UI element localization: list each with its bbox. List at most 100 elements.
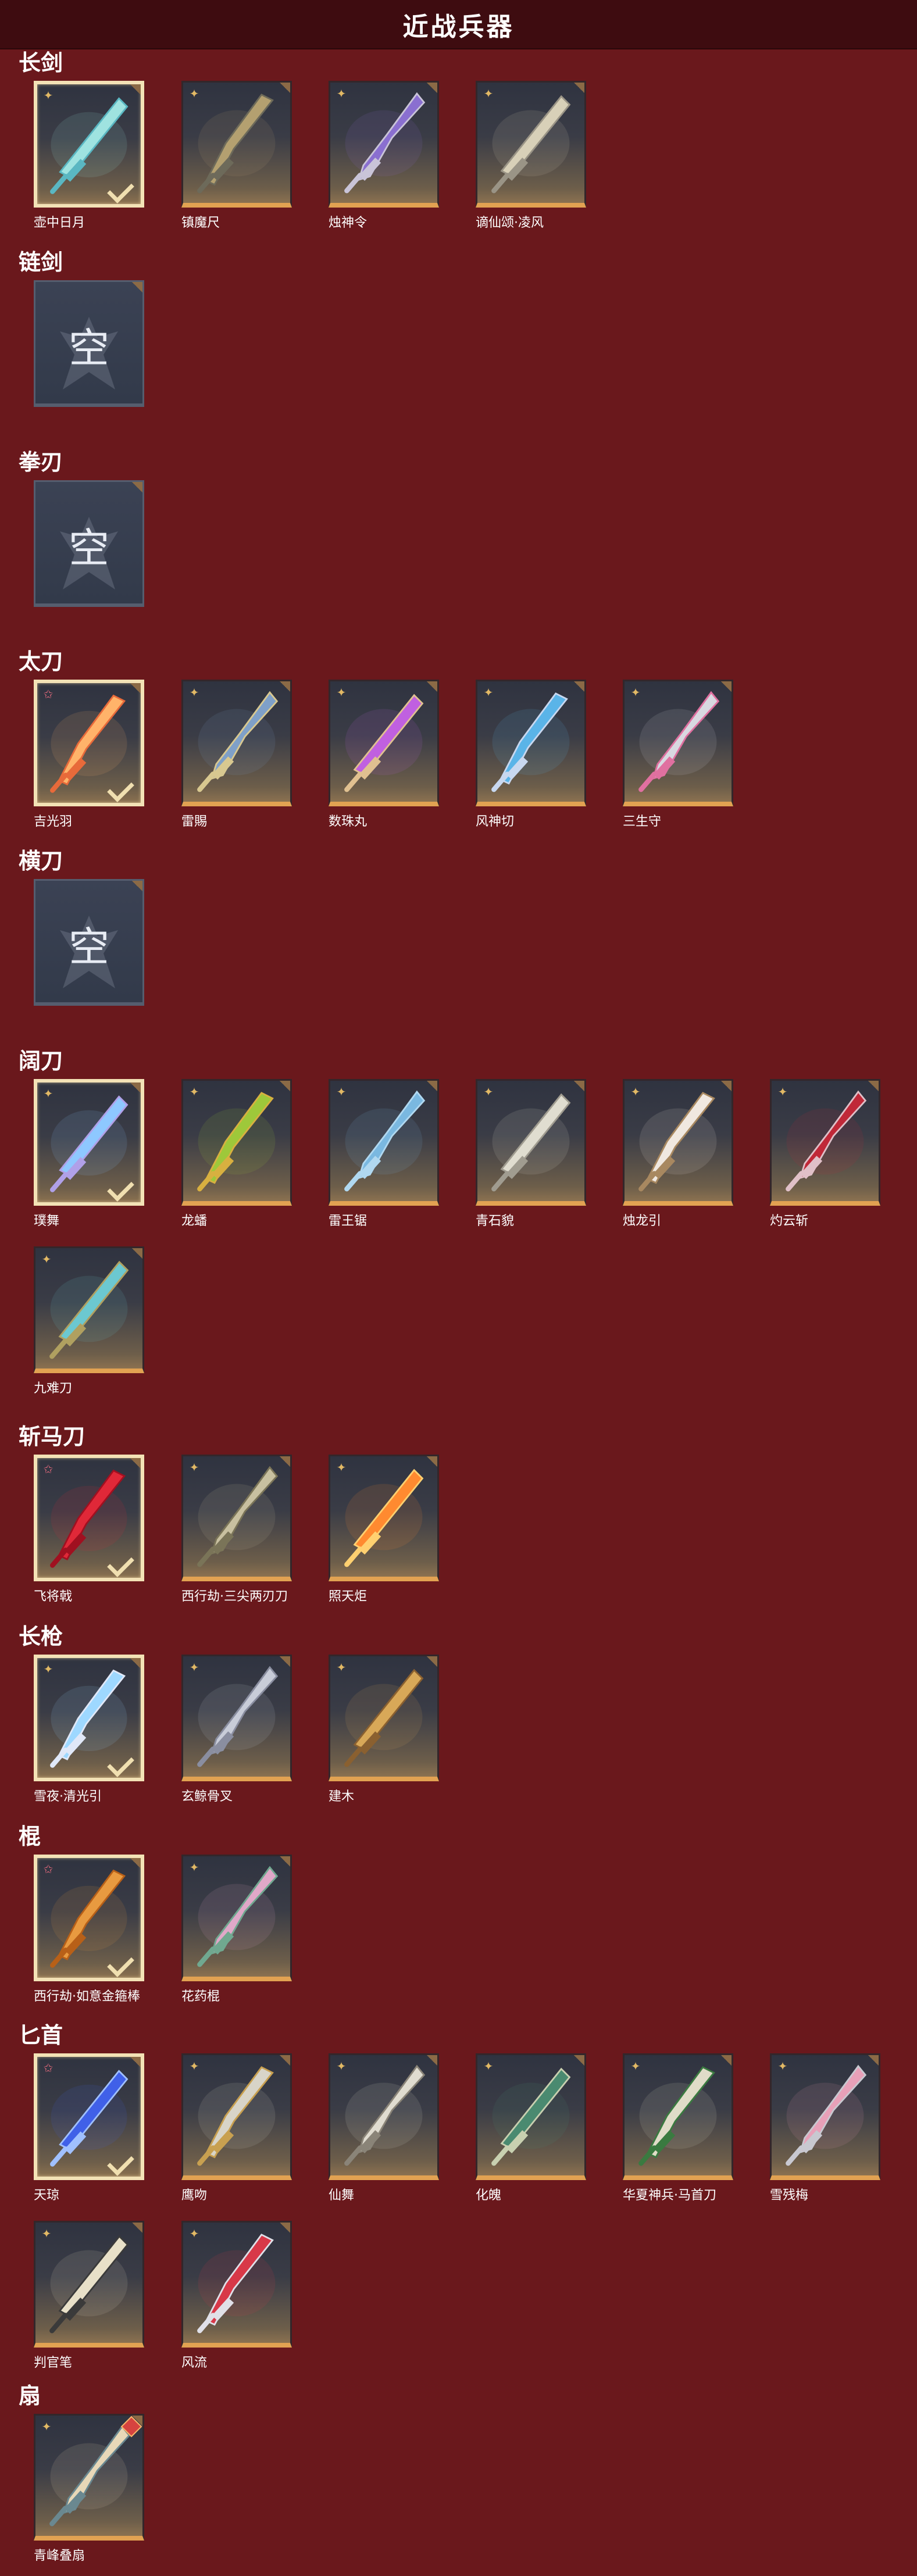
weapon-image <box>344 2064 426 2166</box>
weapon-card[interactable]: ✦ 数珠丸 <box>329 680 439 829</box>
weapon-name: 镇魔尺 <box>181 216 220 230</box>
sparkle-rarity-icon: ✦ <box>189 87 199 101</box>
empty-slot-card[interactable]: 空 <box>34 879 144 1006</box>
weapon-card[interactable]: ✩ 西行劫·如意金箍棒 <box>34 1855 144 2004</box>
weapon-image <box>491 1093 571 1192</box>
weapon-name: 三生守 <box>623 814 662 829</box>
weapon-card[interactable]: ✦ 烛龙引 <box>623 1079 733 1228</box>
weapon-tile: ✦ <box>329 680 439 806</box>
weapon-tile: ✦ <box>34 1655 144 1781</box>
corner-fold-icon <box>427 1656 437 1667</box>
weapon-name: 烛神令 <box>329 216 367 230</box>
weapon-name: 灼云斩 <box>770 1214 809 1228</box>
corner-fold-icon <box>721 681 732 692</box>
weapon-card[interactable]: ✦ 风流 <box>181 2221 292 2370</box>
category-title: 链剑 <box>19 249 63 275</box>
category-title: 长剑 <box>19 50 63 76</box>
weapon-name: 西行劫·如意金箍棒 <box>34 1989 140 2004</box>
weapon-image <box>49 2235 129 2334</box>
corner-fold-icon <box>280 1456 290 1467</box>
sparkle-rarity-icon: ✦ <box>189 1860 199 1874</box>
empty-slot-card[interactable]: 空 <box>34 480 144 607</box>
empty-slot-card[interactable]: 空 <box>34 280 144 407</box>
weapon-card[interactable]: ✦ 华夏神兵·马首刀 <box>623 2053 733 2203</box>
weapon-name: 华夏神兵·马首刀 <box>623 2188 716 2203</box>
weapon-card[interactable]: ✦ 烛神令 <box>329 81 439 230</box>
corner-fold-icon <box>130 1858 141 1868</box>
weapon-name: 青峰叠扇 <box>34 2549 85 2563</box>
weapon-card[interactable]: ✦ 灼云斩 <box>770 1079 880 1228</box>
sparkle-rarity-icon: ✦ <box>777 2059 788 2073</box>
weapon-tile: 空 <box>34 480 144 607</box>
sparkle-rarity-icon: ✦ <box>43 88 53 102</box>
weapon-card[interactable]: ✦ 镇魔尺 <box>181 81 292 230</box>
weapon-card[interactable]: ✦ 建木 <box>329 1655 439 1804</box>
weapon-name: 谪仙颂·凌风 <box>476 216 544 230</box>
weapon-card[interactable]: ✩ 飞将戟 <box>34 1455 144 1604</box>
weapon-card[interactable]: ✦ 仙舞 <box>329 2053 439 2203</box>
weapon-card[interactable]: ✦ 青石貌 <box>476 1079 586 1228</box>
weapon-name: 数珠丸 <box>329 814 367 829</box>
weapon-image <box>197 1666 279 1767</box>
weapon-card[interactable]: ✦ 三生守 <box>623 680 733 829</box>
weapon-name: 玄鲸骨叉 <box>181 1789 233 1804</box>
weapon-name: 雷賜 <box>181 814 208 829</box>
weapon-image <box>491 95 571 194</box>
weapon-card[interactable]: ✦ 龙蟠 <box>181 1079 292 1228</box>
sparkle-rarity-icon: ✦ <box>777 1085 788 1099</box>
empty-slot-label: 空 <box>69 923 109 971</box>
weapon-card[interactable]: ✦ 风神切 <box>476 680 586 829</box>
star-rarity-icon: ✩ <box>43 2061 53 2075</box>
sparkle-rarity-icon: ✦ <box>336 2059 347 2073</box>
corner-fold-icon <box>280 1856 290 1867</box>
sparkle-rarity-icon: ✦ <box>336 1085 347 1099</box>
sparkle-rarity-icon: ✦ <box>41 2420 52 2434</box>
sparkle-rarity-icon: ✦ <box>483 87 494 101</box>
weapon-card[interactable]: ✦ 青峰叠扇 <box>34 2414 144 2563</box>
corner-fold-icon <box>280 83 290 93</box>
weapon-card[interactable]: ✦ 鹰吻 <box>181 2053 292 2203</box>
corner-fold-icon <box>132 1248 142 1259</box>
page-title: 近战兵器 <box>0 0 917 49</box>
sparkle-rarity-icon: ✦ <box>483 685 494 699</box>
weapon-name: 龙蟠 <box>181 1214 208 1228</box>
weapon-name: 建木 <box>329 1789 355 1804</box>
category-title: 阔刀 <box>19 1048 63 1074</box>
weapon-card[interactable]: ✦ 花药棍 <box>181 1855 292 2004</box>
weapon-card[interactable]: ✦ 化魄 <box>476 2053 586 2203</box>
corner-fold-icon <box>130 1658 141 1668</box>
weapon-card[interactable]: ✩ 天琼 <box>34 2053 144 2203</box>
weapon-name: 烛龙引 <box>623 1214 662 1228</box>
weapon-card[interactable]: ✦ 判官笔 <box>34 2221 144 2370</box>
weapon-image <box>344 1469 424 1567</box>
corner-fold-icon <box>130 1458 141 1469</box>
corner-fold-icon <box>427 2055 437 2066</box>
weapon-tile: ✦ <box>329 1455 439 1581</box>
weapon-card[interactable]: ✦ 璞舞 <box>34 1079 144 1228</box>
weapon-tile: 空 <box>34 280 144 407</box>
weapon-tile: ✩ <box>34 2053 144 2180</box>
weapon-tile: ✦ <box>181 1079 292 1206</box>
weapon-card[interactable]: ✦ 壶中日月 <box>34 81 144 230</box>
weapon-card[interactable]: ✦ 九难刀 <box>34 1246 144 1396</box>
weapon-tile: ✦ <box>34 1246 144 1373</box>
sparkle-rarity-icon: ✦ <box>43 1662 53 1676</box>
corner-fold-icon <box>721 2055 732 2066</box>
weapon-name: 雪残梅 <box>770 2188 809 2203</box>
weapon-card[interactable]: ✦ 雪残梅 <box>770 2053 880 2203</box>
corner-fold-icon <box>721 1081 732 1091</box>
weapon-name: 花药棍 <box>181 1989 220 2004</box>
weapon-tile: 空 <box>34 879 144 1006</box>
weapon-name: 照天炬 <box>329 1589 367 1604</box>
weapon-tile: ✦ <box>181 2053 292 2180</box>
weapon-card[interactable]: ✦ 玄鲸骨叉 <box>181 1655 292 1804</box>
weapon-card[interactable]: ✦ 谪仙颂·凌风 <box>476 81 586 230</box>
weapon-card[interactable]: ✦ 西行劫·三尖两刃刀 <box>181 1455 292 1604</box>
weapon-card[interactable]: ✦ 雷王锯 <box>329 1079 439 1228</box>
weapon-card[interactable]: ✦ 照天炬 <box>329 1455 439 1604</box>
weapon-card[interactable]: ✦ 雷賜 <box>181 680 292 829</box>
corner-fold-icon <box>132 2416 142 2426</box>
weapon-card[interactable]: ✩ 吉光羽 <box>34 680 144 829</box>
corner-fold-icon <box>130 683 141 694</box>
weapon-card[interactable]: ✦ 雪夜·清光引 <box>34 1655 144 1804</box>
